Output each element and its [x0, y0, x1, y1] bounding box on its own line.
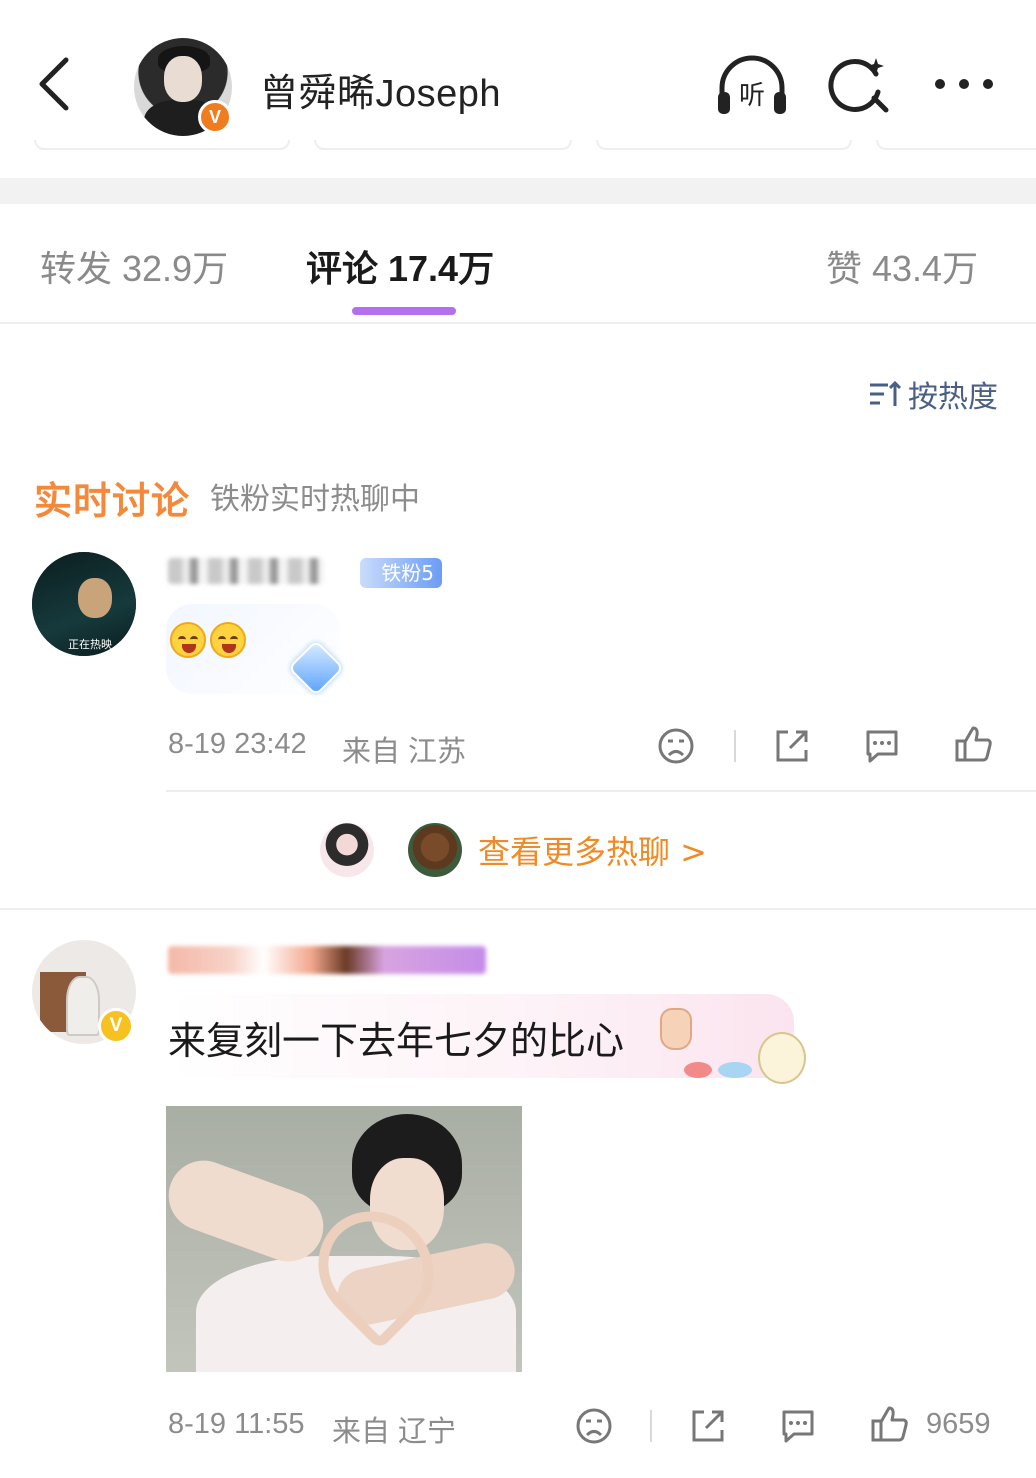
tab-repost[interactable]: 转发 32.9万 — [40, 240, 228, 292]
tab-likes[interactable]: 赞 43.4万 — [826, 240, 978, 292]
comment-time: 8-19 11:55 — [168, 1408, 305, 1440]
active-tab-indicator — [352, 307, 456, 315]
live-discussion-title: 实时讨论 — [34, 479, 191, 523]
like-icon[interactable] — [954, 724, 994, 764]
dislike-icon[interactable] — [574, 1406, 614, 1446]
laugh-cry-emoji-icon — [170, 622, 206, 658]
sort-icon — [868, 379, 902, 409]
live-discussion-subtitle: 铁粉实时热聊中 — [210, 482, 420, 517]
comment-icon[interactable] — [778, 1406, 818, 1446]
commenter-avatar[interactable]: 正在热映 — [32, 552, 136, 656]
fan-level-badge: 铁粉5 — [360, 558, 442, 588]
listen-label: 听 — [739, 81, 765, 111]
verified-badge: V — [198, 100, 232, 134]
comment-time: 8-19 23:42 — [168, 728, 307, 760]
top-bar: V 曾舜晞Joseph 听 — [0, 0, 1036, 140]
comment-location: 来自 江苏 — [342, 736, 467, 768]
more-hot-chat-link[interactable]: 查看更多热聊 > — [320, 822, 707, 878]
sort-label: 按热度 — [908, 380, 998, 415]
sort-toggle[interactable]: 按热度 — [868, 372, 998, 416]
more-icon[interactable] — [932, 52, 1002, 122]
action-divider — [734, 730, 736, 762]
participant-avatar — [408, 823, 462, 877]
share-icon[interactable] — [688, 1406, 728, 1446]
crab-sticker-icon — [684, 1062, 712, 1078]
listen-icon[interactable]: 听 — [714, 52, 786, 122]
tab-comments[interactable]: 评论 17.4万 — [306, 240, 494, 292]
participant-avatar — [320, 823, 374, 877]
commenter-name-blurred[interactable] — [168, 946, 486, 974]
comment-icon[interactable] — [862, 726, 902, 766]
collapsed-header-strip — [0, 140, 1036, 154]
commenter-name-blurred[interactable] — [168, 558, 324, 584]
search-icon[interactable] — [828, 52, 898, 122]
share-icon[interactable] — [772, 726, 812, 766]
action-divider — [650, 1410, 652, 1442]
like-count: 9659 — [926, 1408, 991, 1440]
bear-sticker-icon — [758, 1032, 806, 1084]
finger-heart-emoji-icon — [660, 1008, 692, 1050]
comment-divider — [166, 790, 1036, 792]
more-hot-chat-label: 查看更多热聊 > — [478, 833, 707, 871]
verified-badge: V — [98, 1008, 134, 1044]
section-separator — [0, 178, 1036, 204]
section-divider — [0, 908, 1036, 910]
user-name[interactable]: 曾舜晞Joseph — [260, 62, 501, 117]
like-icon[interactable] — [870, 1404, 910, 1444]
laugh-cry-emoji-icon — [210, 622, 246, 658]
comment-location: 来自 辽宁 — [332, 1416, 457, 1448]
comment-text: 来复刻一下去年七夕的比心 — [168, 1019, 625, 1063]
fish-sticker-icon — [718, 1062, 752, 1078]
tabs-divider — [0, 322, 1036, 324]
avatar-caption: 正在热映 — [68, 638, 112, 651]
comment-photo[interactable] — [166, 1106, 522, 1372]
back-arrow-icon[interactable] — [34, 56, 74, 112]
dislike-icon[interactable] — [656, 726, 696, 766]
